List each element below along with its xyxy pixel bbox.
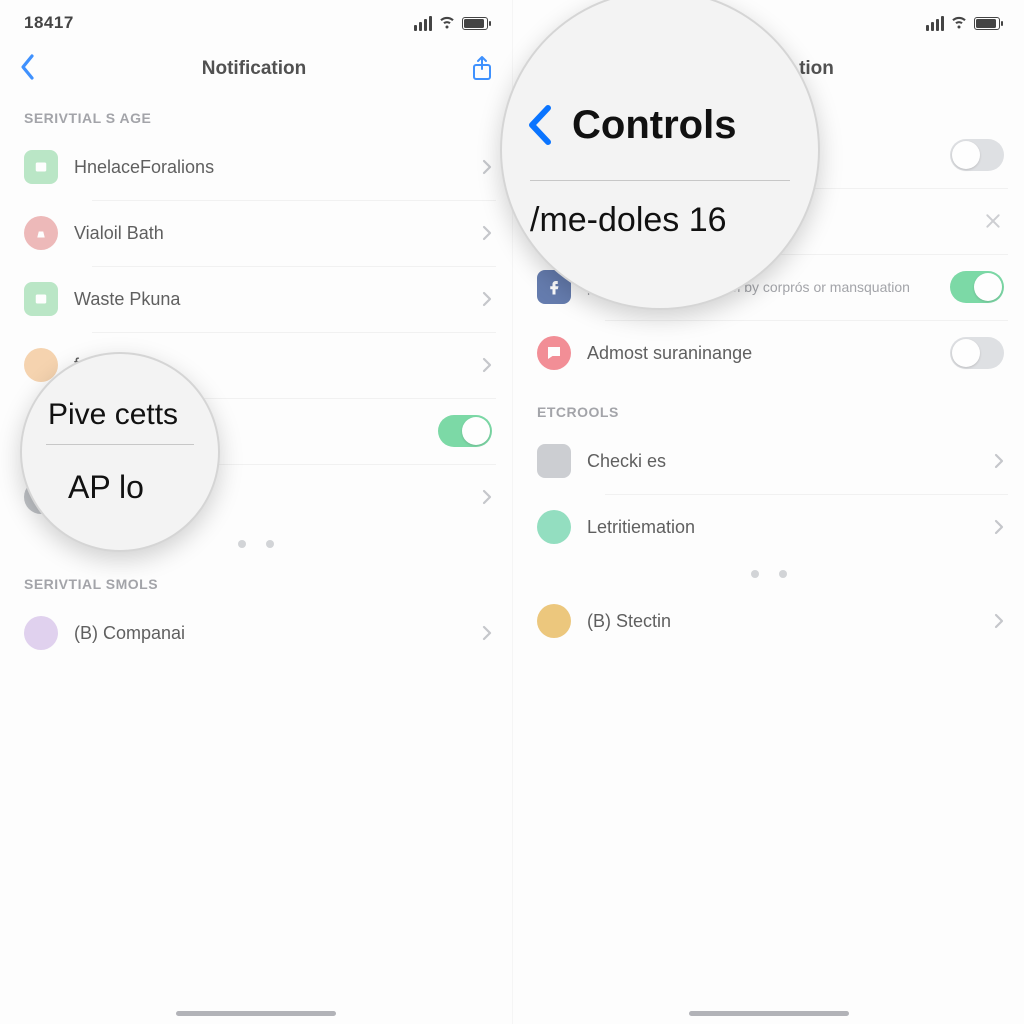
app-icon	[24, 616, 58, 650]
status-icons	[414, 12, 488, 35]
nav-bar: Notification	[0, 46, 512, 92]
row-label: Admost suraninange	[587, 343, 934, 364]
mag-line-1: Pive cetts	[20, 398, 220, 432]
row-stectin[interactable]: (B) Stectin	[513, 588, 1024, 654]
row-label: Letritiemation	[587, 517, 978, 538]
app-icon	[24, 216, 58, 250]
app-icon	[537, 604, 571, 638]
status-bar: 18417	[0, 0, 512, 46]
signal-icon	[926, 16, 944, 31]
row-vialoil[interactable]: Vialoil Bath	[0, 200, 512, 266]
chat-icon	[537, 336, 571, 370]
share-button[interactable]	[470, 55, 494, 83]
magnifier-left: Pive cetts AP lo	[20, 352, 220, 552]
list-etc-2: (B) Stectin	[513, 588, 1024, 654]
back-chevron-icon[interactable]	[522, 100, 558, 150]
close-icon[interactable]	[982, 210, 1004, 232]
list-etc: Checki es Letritiemation	[513, 428, 1024, 560]
magnifier-right: Controls /me-doles 16	[500, 0, 820, 310]
page-dots	[513, 560, 1024, 588]
section-serivtial-sage: SERIVTIAL S AGE	[0, 92, 512, 134]
list-smols: (B) Companai	[0, 600, 512, 666]
row-waste[interactable]: Waste Pkuna	[0, 266, 512, 332]
mag-title: Controls	[572, 103, 736, 148]
list-icon	[537, 444, 571, 478]
back-button[interactable]	[18, 52, 38, 87]
toggle-switch[interactable]	[950, 271, 1004, 303]
app-icon	[24, 150, 58, 184]
section-serivtial-smols: SERIVTIAL SMOLS	[0, 558, 512, 600]
mag-separator	[46, 444, 194, 445]
row-label: Vialoil Bath	[74, 223, 466, 244]
status-icons	[926, 12, 1000, 35]
chevron-right-icon	[482, 489, 492, 505]
row-hnelace[interactable]: HnelaceForalions	[0, 134, 512, 200]
battery-icon	[462, 17, 488, 30]
toggle-switch[interactable]	[950, 139, 1004, 171]
chevron-right-icon	[482, 357, 492, 373]
chevron-right-icon	[994, 519, 1004, 535]
row-label: Waste Pkuna	[74, 289, 466, 310]
row-admost[interactable]: Admost suraninange	[513, 320, 1024, 386]
row-letrit[interactable]: Letritiemation	[513, 494, 1024, 560]
row-label: (B) Companai	[74, 623, 466, 644]
home-indicator[interactable]	[176, 1011, 336, 1016]
chevron-right-icon	[994, 613, 1004, 629]
mag-line-2: /me-doles 16	[500, 201, 820, 240]
row-companai[interactable]: (B) Companai	[0, 600, 512, 666]
row-label: HnelaceForalions	[74, 157, 466, 178]
app-icon	[24, 282, 58, 316]
row-label: (B) Stectin	[587, 611, 978, 632]
mag-separator	[530, 180, 790, 181]
app-icon	[537, 510, 571, 544]
battery-icon	[974, 17, 1000, 30]
chevron-right-icon	[482, 159, 492, 175]
signal-icon	[414, 16, 432, 31]
toggle-switch[interactable]	[950, 337, 1004, 369]
section-etcrools: ETCROOLS	[513, 386, 1024, 428]
row-label: Checki es	[587, 451, 978, 472]
wifi-icon	[950, 12, 968, 35]
mag-line-2: AP lo	[20, 457, 220, 506]
wifi-icon	[438, 12, 456, 35]
page-title: Notification	[202, 58, 307, 80]
toggle-switch[interactable]	[438, 415, 492, 447]
status-time: 18417	[24, 13, 74, 33]
chevron-right-icon	[994, 453, 1004, 469]
chevron-right-icon	[482, 291, 492, 307]
home-indicator[interactable]	[689, 1011, 849, 1016]
chevron-right-icon	[482, 225, 492, 241]
row-checki[interactable]: Checki es	[513, 428, 1024, 494]
chevron-right-icon	[482, 625, 492, 641]
